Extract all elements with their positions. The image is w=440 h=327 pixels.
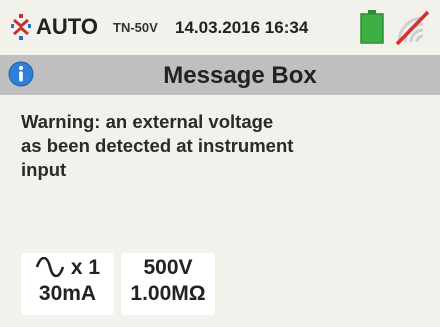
rcd-multiplier: x 1	[70, 256, 101, 279]
ac-wave-icon	[35, 257, 65, 277]
auto-mode-icon	[11, 14, 31, 40]
test-voltage: 500V	[143, 256, 193, 279]
mode-label: AUTO	[36, 14, 98, 39]
rcd-param-box[interactable]: x 1 30mA	[21, 253, 114, 315]
dialog-title: Message Box	[163, 62, 317, 89]
insulation-param-box[interactable]: 500V 1.00MΩ	[121, 253, 215, 315]
battery-icon	[360, 10, 384, 44]
wireless-off-icon	[395, 10, 430, 46]
datetime: 14.03.2016 16:34	[175, 18, 309, 37]
warning-message: Warning: an external voltage as been det…	[21, 111, 294, 180]
title-bar: Message Box	[0, 55, 440, 95]
insulation-limit: 1.00MΩ	[130, 282, 206, 305]
status-bar: AUTO TN-50V 14.03.2016 16:34	[0, 0, 440, 55]
system-label: TN-50V	[113, 20, 158, 35]
rcd-multiplier-line: x 1	[21, 253, 114, 281]
rcd-current: 30mA	[38, 282, 97, 305]
